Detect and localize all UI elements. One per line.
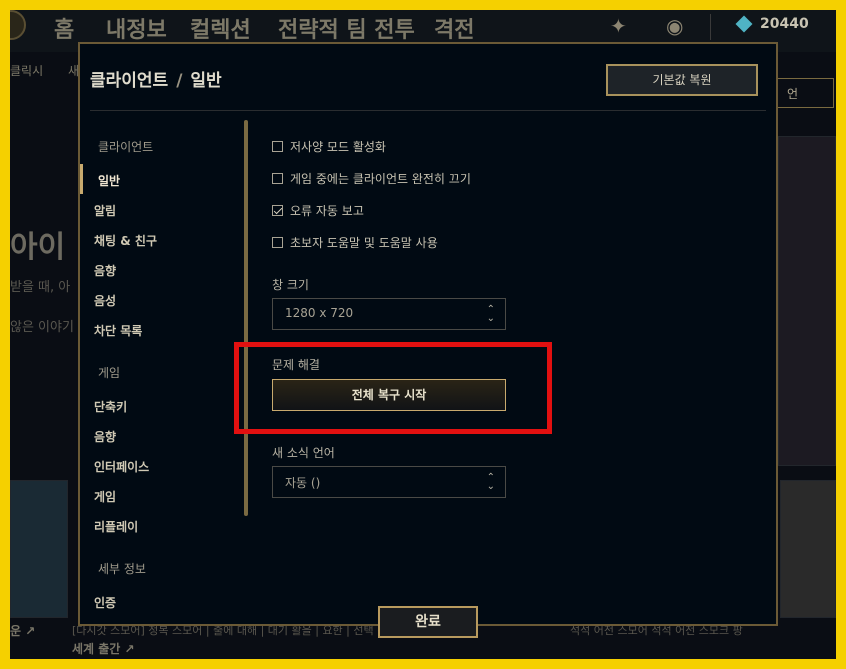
sidebar-item-verification[interactable]: 인증: [94, 594, 116, 611]
sidebar-category-info: 세부 정보: [98, 562, 146, 576]
annotation-highlight-box: [234, 342, 552, 434]
bg-news-card[interactable]: [10, 480, 68, 618]
window-size-select[interactable]: 1280 x 720 ⌃ ⌄: [272, 298, 506, 330]
select-chevron-icon: ⌃ ⌄: [486, 472, 495, 492]
missions-icon[interactable]: ✦: [610, 14, 627, 38]
sidebar-active-indicator: [80, 164, 83, 194]
sidebar-item-chat-friends[interactable]: 채팅 & 친구: [94, 232, 157, 249]
sidebar-scrollbar[interactable]: [244, 120, 248, 516]
header-divider: [90, 110, 766, 111]
bg-side-button[interactable]: 언: [774, 78, 834, 108]
checkbox-label: 게임 중에는 클라이언트 완전히 끄기: [290, 172, 471, 186]
sidebar-item-interface[interactable]: 인터페이스: [94, 458, 149, 475]
client-screen: 홈 내정보 컬렉션 전략적 팀 전투 격전 ✦ ◉ 20440 클릭시 새 언 …: [10, 10, 836, 659]
window-size-label: 창 크기: [272, 278, 309, 292]
news-language-value: 자동 (): [285, 476, 321, 490]
sidebar-category-game: 게임: [98, 366, 121, 380]
window-size-value: 1280 x 720: [285, 306, 354, 320]
done-button[interactable]: 완료: [378, 606, 478, 638]
loot-icon[interactable]: ◉: [666, 14, 683, 38]
nav-profile[interactable]: 내정보: [106, 12, 167, 44]
nav-divider: [710, 14, 711, 40]
checkbox-box-checked[interactable]: [272, 205, 283, 216]
bg-footer-link[interactable]: 세계 출간 ↗: [72, 640, 135, 657]
breadcrumb-separator: /: [176, 71, 183, 91]
settings-modal: 클라이언트 / 일반 기본값 복원 클라이언트 일반 알림 채팅 & 친구 음향 음…: [78, 42, 778, 638]
sidebar-category-client: 클라이언트: [98, 140, 154, 154]
bg-feature-card[interactable]: [778, 136, 836, 466]
nav-home[interactable]: 홈: [54, 12, 74, 44]
select-chevron-icon: ⌃ ⌄: [486, 304, 495, 324]
checkbox-close-client-in-game[interactable]: 게임 중에는 클라이언트 완전히 끄기: [272, 170, 471, 187]
page-title: 클라이언트 / 일반: [90, 66, 222, 91]
checkbox-beginner-tips[interactable]: 초보자 도움말 및 도움말 사용: [272, 234, 438, 251]
checkbox-auto-error-report[interactable]: 오류 자동 보고: [272, 202, 364, 219]
bg-hero-title: 아이: [10, 230, 66, 265]
nav-clash[interactable]: 격전: [434, 12, 474, 44]
checkbox-label: 저사양 모드 활성화: [290, 140, 386, 154]
restore-defaults-button[interactable]: 기본값 복원: [606, 64, 758, 96]
nav-tft[interactable]: 전략적 팀 전투: [278, 12, 415, 44]
checkbox-box[interactable]: [272, 237, 283, 248]
bg-hero-text: 받을 때, 아: [10, 280, 71, 295]
client-logo[interactable]: [10, 10, 26, 40]
sidebar-item-game[interactable]: 게임: [94, 488, 116, 505]
blue-essence-icon: [735, 15, 753, 33]
checkbox-label: 오류 자동 보고: [290, 204, 364, 218]
checkbox-low-spec-mode[interactable]: 저사양 모드 활성화: [272, 138, 386, 155]
checkbox-label: 초보자 도움말 및 도움말 사용: [290, 236, 438, 250]
sidebar-item-general[interactable]: 일반: [98, 172, 120, 189]
currency-amount: 20440: [760, 16, 809, 32]
news-language-select[interactable]: 자동 () ⌃ ⌄: [272, 466, 506, 498]
checkbox-box[interactable]: [272, 141, 283, 152]
bg-news-card[interactable]: [780, 480, 836, 618]
bg-hero-text: 않은 이야기: [10, 320, 74, 335]
sidebar-item-voice[interactable]: 음성: [94, 292, 116, 309]
breadcrumb-current: 일반: [190, 71, 222, 91]
sidebar-item-block-list[interactable]: 차단 목록: [94, 322, 142, 339]
bg-subnav-item[interactable]: 클릭시: [10, 62, 43, 79]
breadcrumb-parent: 클라이언트: [90, 71, 169, 91]
sidebar-item-notifications[interactable]: 알림: [94, 202, 116, 219]
bg-footer-link[interactable]: 운 ↗: [10, 622, 35, 639]
sidebar-item-client-sound[interactable]: 음향: [94, 262, 116, 279]
sidebar-item-hotkeys[interactable]: 단축키: [94, 398, 127, 415]
nav-collection[interactable]: 컬렉션: [190, 12, 251, 44]
checkbox-box[interactable]: [272, 173, 283, 184]
sidebar-item-replays[interactable]: 리플레이: [94, 518, 138, 535]
news-language-label: 새 소식 언어: [272, 446, 335, 460]
sidebar-item-game-sound[interactable]: 음향: [94, 428, 116, 445]
